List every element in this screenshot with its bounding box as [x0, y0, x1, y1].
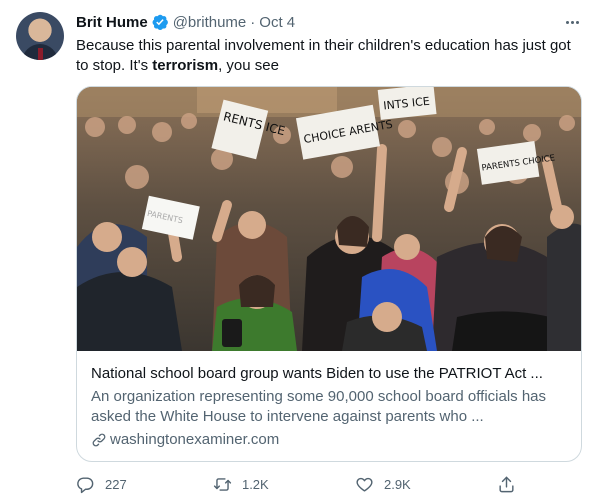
card-domain-text: washingtonexaminer.com [110, 431, 280, 448]
heart-icon [356, 477, 373, 492]
article-photo: RENTS ICE CHOICE ARENTS INTS ICE PARENTS… [77, 87, 581, 351]
link-icon [92, 433, 106, 447]
retweet-icon [213, 477, 232, 491]
more-options-icon[interactable] [562, 12, 582, 32]
tweet-date[interactable]: Oct 4 [259, 14, 295, 31]
tweet-text-before: Because this parental involvement in the… [76, 37, 571, 74]
author-name[interactable]: Brit Hume [76, 14, 148, 31]
share-button[interactable] [497, 475, 516, 494]
tweet-text-bold: terrorism [152, 57, 219, 74]
avatar[interactable] [16, 12, 64, 60]
tweet-header: Brit Hume @brithume · Oct 4 [76, 12, 295, 32]
like-button[interactable]: 2.9K [355, 475, 411, 494]
card-domain[interactable]: washingtonexaminer.com [91, 430, 569, 450]
crowd-photo-graphic: RENTS ICE CHOICE ARENTS INTS ICE PARENTS… [77, 87, 581, 351]
avatar-tie [38, 48, 43, 60]
card-body: National school board group wants Biden … [77, 352, 581, 450]
link-card[interactable]: RENTS ICE CHOICE ARENTS INTS ICE PARENTS… [76, 86, 582, 462]
tweet-actions: 227 1.2K 2.9K [76, 470, 516, 498]
author-handle[interactable]: @brithume [173, 14, 247, 31]
separator-dot: · [250, 13, 256, 31]
reply-count: 227 [105, 476, 127, 492]
tweet[interactable]: Brit Hume @brithume · Oct 4 Because this… [0, 0, 598, 504]
tweet-text: Because this parental involvement in the… [76, 36, 582, 76]
reply-button[interactable]: 227 [76, 475, 127, 494]
verified-badge-icon [152, 14, 168, 31]
card-title[interactable]: National school board group wants Biden … [91, 364, 569, 384]
card-description: An organization representing some 90,000… [91, 388, 547, 425]
reply-icon [77, 476, 94, 493]
retweet-count: 1.2K [241, 476, 269, 492]
like-count: 2.9K [383, 476, 411, 492]
share-icon [499, 476, 514, 492]
retweet-button[interactable]: 1.2K [213, 475, 269, 494]
tweet-text-after: , you see [218, 57, 279, 74]
